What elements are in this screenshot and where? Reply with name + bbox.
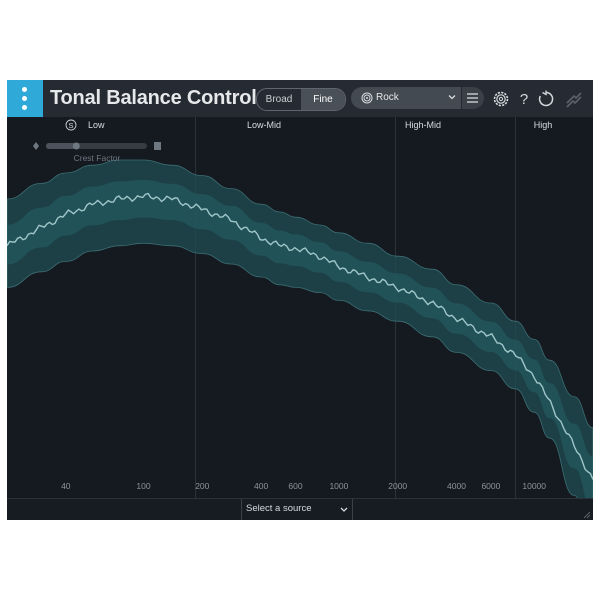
crest-factor-label: Crest Factor xyxy=(74,153,121,163)
band-label-low-mid: Low-Mid xyxy=(247,120,281,130)
chevron-down-icon xyxy=(340,507,348,512)
freq-tick-label: 10000 xyxy=(522,481,546,491)
band-label-high-mid: High-Mid xyxy=(405,120,441,130)
ozone-logo-icon xyxy=(566,92,582,108)
logo-icon[interactable] xyxy=(7,80,43,117)
chevron-down-icon xyxy=(448,95,456,100)
source-dropdown[interactable]: Select a source xyxy=(241,499,353,520)
freq-tick-label: 2000 xyxy=(388,481,407,491)
refresh-icon[interactable] xyxy=(535,88,557,110)
solo-low-button[interactable]: S xyxy=(65,119,77,131)
tonal-balance-plot: S Low Low-Mid High-Mid High Crest Factor… xyxy=(7,117,593,498)
broad-view-button[interactable]: Broad xyxy=(257,89,301,110)
header-bar: Tonal Balance Control Broad Fine Rock ? xyxy=(7,80,593,117)
plugin-title: Tonal Balance Control xyxy=(50,87,257,109)
freq-tick-label: 6000 xyxy=(481,481,500,491)
frequency-axis: 40 100 200 400 600 1000 2000 4000 6000 10000 xyxy=(61,481,546,491)
footer-bar: Select a source xyxy=(7,498,593,520)
gear-icon[interactable] xyxy=(490,88,512,110)
target-label: Rock xyxy=(376,92,399,103)
crest-factor-slider[interactable] xyxy=(33,142,161,150)
freq-tick-label: 1000 xyxy=(329,481,348,491)
freq-tick-label: 200 xyxy=(195,481,209,491)
freq-tick-label: 4000 xyxy=(447,481,466,491)
band-label-low: Low xyxy=(88,120,105,130)
band-label-high: High xyxy=(534,120,553,130)
view-toggle: Broad Fine xyxy=(256,88,346,111)
target-icon xyxy=(361,92,373,104)
target-dropdown[interactable]: Rock xyxy=(351,87,461,109)
menu-button[interactable] xyxy=(462,87,484,109)
svg-text:S: S xyxy=(68,121,73,130)
fine-view-button[interactable]: Fine xyxy=(301,89,345,110)
freq-tick-label: 600 xyxy=(288,481,302,491)
crest-factor-knob[interactable] xyxy=(72,142,80,150)
freq-tick-label: 400 xyxy=(254,481,268,491)
freq-tick-label: 100 xyxy=(136,481,150,491)
tonal-balance-window: Tonal Balance Control Broad Fine Rock ? … xyxy=(7,80,593,520)
crest-max-icon xyxy=(154,142,161,150)
resize-grip-icon[interactable] xyxy=(583,511,591,519)
freq-tick-label: 40 xyxy=(61,481,71,491)
source-label: Select a source xyxy=(246,503,312,514)
menu-icon xyxy=(467,93,478,103)
crest-min-icon xyxy=(33,142,39,150)
svg-text:?: ? xyxy=(520,91,528,108)
help-icon[interactable]: ? xyxy=(513,88,535,110)
